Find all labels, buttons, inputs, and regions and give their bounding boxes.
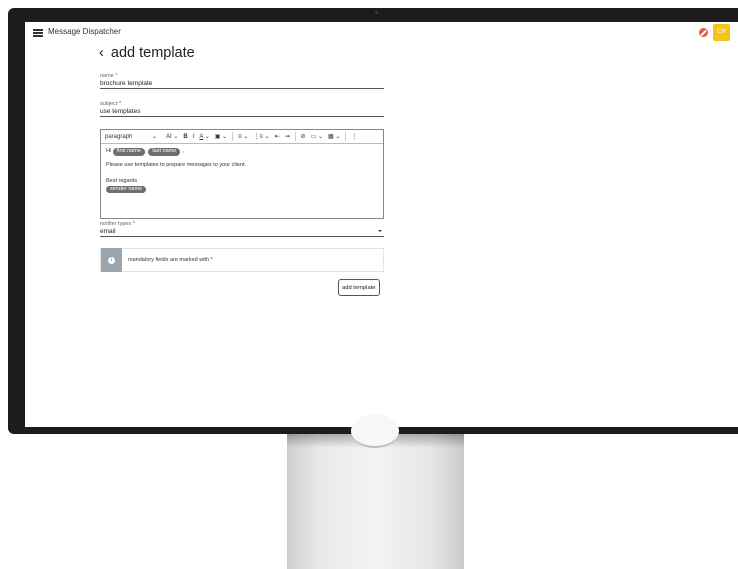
camera-dot bbox=[375, 11, 378, 14]
hamburger-icon[interactable] bbox=[33, 29, 43, 37]
notifier-types-value[interactable]: email bbox=[100, 227, 384, 236]
info-banner: i mandatory fields are marked with * bbox=[100, 248, 384, 272]
app-title: Message Dispatcher bbox=[48, 27, 121, 36]
sender-line: sender name bbox=[106, 185, 378, 193]
cancel-circle-icon[interactable] bbox=[699, 28, 708, 37]
regards-line: Best regards bbox=[106, 177, 138, 184]
back-chevron-icon[interactable]: ‹ bbox=[99, 45, 104, 61]
comma-text: , bbox=[182, 148, 184, 154]
table-icon: ▦ bbox=[328, 134, 334, 140]
link-button[interactable]: ⊘ bbox=[301, 133, 306, 140]
highlight-icon: ▣ bbox=[214, 134, 221, 140]
bold-button[interactable]: B bbox=[183, 134, 187, 140]
info-icon: i bbox=[108, 256, 115, 264]
chevron-down-icon: ⌄ bbox=[173, 134, 179, 140]
info-strip: i bbox=[101, 248, 122, 272]
dropdown-arrow-icon[interactable] bbox=[378, 230, 382, 232]
chevron-down-icon: ⌄ bbox=[204, 134, 210, 140]
chevron-down-icon: ⌄ bbox=[335, 134, 341, 140]
page-title-text: add template bbox=[110, 45, 195, 61]
toolbar-divider bbox=[232, 132, 234, 141]
image-icon: ▭ bbox=[310, 134, 317, 140]
indent-button[interactable]: ⇥ bbox=[285, 133, 290, 140]
highlight-button[interactable]: ▣ ⌄ bbox=[215, 133, 227, 140]
toolbar-divider bbox=[294, 132, 296, 141]
body-line: Please use templates to prepare messages… bbox=[106, 161, 247, 168]
chevron-down-icon: ⌄ bbox=[222, 134, 228, 140]
editor-toolbar: paragraph ⌄ AI ⌄ B I A ⌄ ▣ ⌄ ≡ ⌄ ⋮≡ ⌄ ⇤ … bbox=[101, 130, 383, 144]
italic-button[interactable]: I bbox=[193, 134, 195, 140]
align-button[interactable]: ≡ ⌄ bbox=[238, 133, 248, 140]
outdent-button[interactable]: ⇤ bbox=[275, 133, 280, 140]
paragraph-select-label: paragraph bbox=[105, 134, 133, 140]
chevron-down-icon: ⌄ bbox=[243, 134, 249, 140]
editor-content[interactable]: Hi first name last name, Please use temp… bbox=[101, 144, 383, 200]
name-field[interactable]: name * brochure template bbox=[100, 73, 384, 89]
sender-name-chip[interactable]: sender name bbox=[106, 185, 147, 193]
greeting-text: Hi bbox=[106, 148, 112, 154]
font-size-button[interactable]: AI ⌄ bbox=[166, 133, 178, 140]
greeting-line: Hi first name last name, bbox=[106, 148, 378, 156]
add-template-button[interactable]: add template bbox=[338, 279, 380, 296]
more-options-button[interactable]: ⋮ bbox=[351, 133, 357, 140]
chevron-down-icon: ⌄ bbox=[318, 134, 324, 140]
monitor-frame: Message Dispatcher CH ‹ add template nam… bbox=[8, 8, 738, 434]
last-name-chip[interactable]: last name bbox=[148, 148, 181, 156]
image-button[interactable]: ▭ ⌄ bbox=[311, 133, 323, 140]
avatar[interactable]: CH bbox=[713, 24, 730, 41]
table-button[interactable]: ▦ ⌄ bbox=[328, 133, 340, 140]
list-icon: ⋮≡ bbox=[253, 134, 263, 140]
font-size-label: AI bbox=[166, 134, 172, 140]
first-name-chip[interactable]: first name bbox=[112, 148, 145, 156]
monitor-stand bbox=[287, 434, 464, 569]
app-bar: Message Dispatcher CH bbox=[25, 22, 738, 44]
font-color-button[interactable]: A ⌄ bbox=[199, 133, 209, 140]
page-title: ‹ add template bbox=[99, 45, 195, 61]
chevron-down-icon: ⌄ bbox=[264, 134, 270, 140]
chevron-down-icon: ⌄ bbox=[152, 134, 158, 140]
font-color-icon: A bbox=[199, 134, 204, 140]
align-icon: ≡ bbox=[238, 134, 242, 140]
name-input[interactable]: brochure template bbox=[100, 79, 384, 88]
info-text: mandatory fields are marked with * bbox=[128, 257, 213, 263]
screen: Message Dispatcher CH ‹ add template nam… bbox=[25, 22, 738, 427]
subject-field[interactable]: subject * use templates bbox=[100, 101, 384, 117]
notifier-types-select[interactable]: notifier types * email bbox=[100, 221, 384, 237]
list-button[interactable]: ⋮≡ ⌄ bbox=[253, 133, 269, 140]
subject-input[interactable]: use templates bbox=[100, 107, 384, 116]
paragraph-select[interactable]: paragraph ⌄ bbox=[105, 133, 161, 140]
rich-text-editor[interactable]: paragraph ⌄ AI ⌄ B I A ⌄ ▣ ⌄ ≡ ⌄ ⋮≡ ⌄ ⇤ … bbox=[100, 129, 384, 219]
toolbar-divider bbox=[345, 132, 347, 141]
stand-cutout bbox=[351, 414, 399, 448]
